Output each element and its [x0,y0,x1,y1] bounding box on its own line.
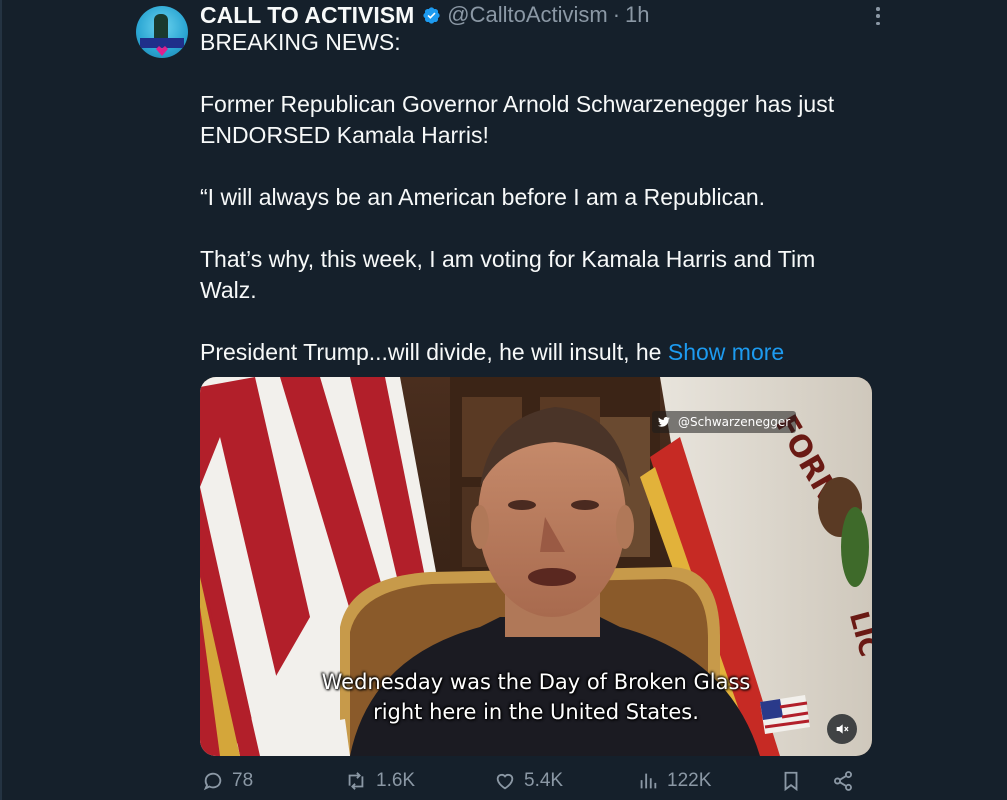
bookmark-icon [784,771,798,792]
tweet-text-last-line: President Trump...will divide, he will i… [200,337,784,368]
reply-count: 78 [232,770,254,791]
video-watermark: @Schwarzenegger [652,411,797,433]
tweet-text-line: Walz. [200,277,257,303]
share-icon [834,771,852,791]
mute-icon[interactable] [827,714,857,744]
watermark-handle: @Schwarzenegger [678,415,791,429]
show-more-link[interactable]: Show more [668,339,784,365]
video-caption-line-2: right here in the United States. [373,700,699,724]
tweet-header: CALL TO ACTIVISM @CalltoActivism · 1h [200,0,650,30]
tweet-text-line: Former Republican Governor Arnold Schwar… [200,91,835,117]
heart-icon [496,773,514,790]
video-caption-line-1: Wednesday was the Day of Broken Glass [321,670,751,694]
timestamp[interactable]: 1h [625,2,649,28]
repost-icon [348,772,364,790]
reply-icon [203,772,222,791]
like-count: 5.4K [524,770,564,791]
tweet-text-line: ENDORSED Kamala Harris! [200,122,489,148]
reply-button[interactable]: 78 [202,766,253,796]
verified-badge-icon[interactable] [422,6,441,25]
video-player[interactable]: FORNIA LIC @Schwarzenegger Wednesday was… [200,377,872,756]
tweet-text-line: “I will always be an American before I a… [200,184,766,210]
more-options-icon[interactable] [868,5,888,27]
action-bar: 78 1.6K 5.4K 122K [200,766,860,796]
repost-count: 1.6K [376,770,416,791]
views-chart-icon [640,773,657,789]
display-name[interactable]: CALL TO ACTIVISM [200,2,414,29]
time-separator: · [612,2,621,27]
share-button[interactable] [832,766,862,796]
like-button[interactable]: 5.4K [494,766,563,796]
bookmark-button[interactable] [780,766,810,796]
tweet-text-line: BREAKING NEWS: [200,29,401,55]
author-handle[interactable]: @CalltoActivism [447,2,607,28]
avatar-banner [140,38,184,48]
tweet-page: CALL TO ACTIVISM @CalltoActivism · 1h BR… [0,0,1007,800]
repost-button[interactable]: 1.6K [344,766,415,796]
views-button[interactable]: 122K [637,766,711,796]
twitter-bird-icon [658,417,670,427]
avatar[interactable] [136,6,188,58]
timeline-divider [0,0,2,800]
tweet-text-line: That’s why, this week, I am voting for K… [200,246,816,272]
views-count: 122K [667,770,712,791]
tweet-text-line: President Trump...will divide, he will i… [200,339,668,365]
